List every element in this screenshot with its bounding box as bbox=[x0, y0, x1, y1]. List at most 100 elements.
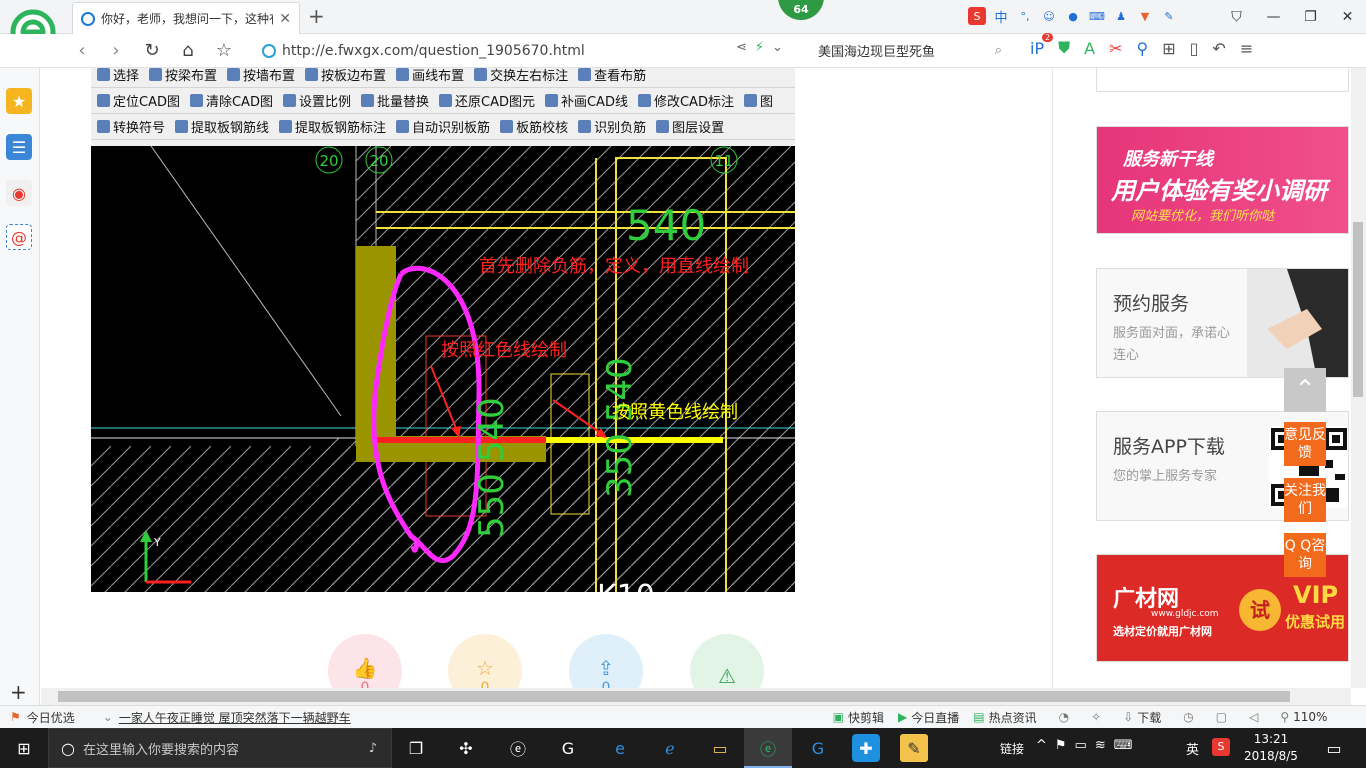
cad-tool-2-2[interactable]: 设置比例 bbox=[283, 91, 351, 110]
feedback-button[interactable]: 意见反馈 bbox=[1284, 422, 1326, 466]
shield-icon[interactable]: ⛊ bbox=[1058, 38, 1070, 58]
cad-tool-3-0[interactable]: 转换符号 bbox=[97, 117, 165, 136]
cad-tool-2-1[interactable]: 清除CAD图 bbox=[190, 91, 273, 110]
sidebar-list-icon[interactable]: ☰ bbox=[6, 134, 32, 160]
edge-icon[interactable]: e bbox=[606, 734, 634, 762]
scissors-icon[interactable]: ✂ bbox=[1109, 39, 1122, 58]
cad-tool-1-2[interactable]: 按墙布置 bbox=[227, 68, 295, 84]
apps-grid-icon[interactable]: ⊞ bbox=[1162, 39, 1175, 58]
undo-icon[interactable]: ↶ bbox=[1212, 39, 1225, 58]
browser-app-icon[interactable]: ⓔ bbox=[754, 734, 782, 762]
ad-booking[interactable]: 预约服务 服务面对面，承诺心连心 bbox=[1096, 268, 1349, 378]
menu-icon[interactable]: ≡ bbox=[1240, 39, 1253, 58]
cad-tool-1-0[interactable]: 选择 bbox=[97, 68, 139, 84]
mic-icon[interactable]: ● bbox=[1064, 7, 1082, 25]
extension-icon[interactable]: iP 2 bbox=[1030, 32, 1054, 58]
refresh-icon[interactable]: ↻ bbox=[140, 40, 164, 62]
shirt-skin-icon[interactable]: ⛉ bbox=[1218, 4, 1255, 30]
cad-tool-2-5[interactable]: 补画CAD线 bbox=[545, 91, 628, 110]
cad-tool-1-3[interactable]: 按板边布置 bbox=[305, 68, 386, 84]
task-view-icon[interactable]: ❐ bbox=[402, 734, 430, 762]
speed-icon[interactable]: ◔ bbox=[1059, 710, 1069, 724]
url-field[interactable]: http://e.fwxgx.com/question_1905670.html bbox=[262, 40, 585, 62]
wrench-icon[interactable]: ✎ bbox=[1160, 7, 1178, 25]
cad-tool-3-4[interactable]: 板筋校核 bbox=[500, 117, 568, 136]
user-icon[interactable]: ♟ bbox=[1112, 7, 1130, 25]
file-explorer-icon[interactable]: ▭ bbox=[706, 734, 734, 762]
cad-tool-3-1[interactable]: 提取板钢筋线 bbox=[175, 117, 269, 136]
cad-tool-2-0[interactable]: 定位CAD图 bbox=[97, 91, 180, 110]
tray-links[interactable]: 链接 bbox=[1000, 740, 1024, 757]
cad-tool-1-4[interactable]: 画线布置 bbox=[396, 68, 464, 84]
sidebar-add-icon[interactable]: + bbox=[10, 680, 27, 704]
window-icon[interactable]: ▢ bbox=[1216, 710, 1227, 724]
taskbar-mic-icon[interactable]: ♪ bbox=[369, 741, 377, 756]
cad-tool-3-5[interactable]: 识别负筋 bbox=[578, 117, 646, 136]
ie-icon[interactable]: ℯ bbox=[656, 734, 684, 762]
zoom-level[interactable]: 110% bbox=[1293, 710, 1327, 724]
cad-tool-2-3[interactable]: 批量替换 bbox=[361, 91, 429, 110]
ime-chinese-label[interactable]: 中 bbox=[992, 7, 1010, 26]
app-fan-icon[interactable]: ✣ bbox=[452, 734, 480, 762]
news-link[interactable]: 一家人午夜正睡觉 屋顶突然落下一辆越野车 bbox=[119, 709, 351, 726]
ime-indicator[interactable]: 英 bbox=[1186, 739, 1199, 758]
translate-icon[interactable]: A bbox=[1084, 39, 1095, 58]
shirt-icon[interactable]: ▼ bbox=[1136, 7, 1154, 25]
cad-tool-3-6[interactable]: 图层设置 bbox=[656, 117, 724, 136]
sidebar-weibo-icon[interactable]: ◉ bbox=[6, 180, 32, 206]
cad-tool-2-4[interactable]: 还原CAD图元 bbox=[439, 91, 535, 110]
tab-close-icon[interactable]: ✕ bbox=[279, 11, 291, 27]
action-center-icon[interactable]: ▭ bbox=[1320, 734, 1348, 762]
sidebar-favorites-icon[interactable]: ★ bbox=[6, 88, 32, 114]
download[interactable]: 下载 bbox=[1137, 709, 1161, 726]
qq-button[interactable]: Q Q咨询 bbox=[1284, 533, 1326, 577]
forward-icon[interactable]: › bbox=[104, 40, 128, 62]
cad-tool-3-3[interactable]: 自动识别板筋 bbox=[396, 117, 490, 136]
today-picks[interactable]: 今日优选 bbox=[27, 709, 75, 726]
cad-tool-2-6[interactable]: 修改CAD标注 bbox=[638, 91, 734, 110]
vertical-scroll-thumb[interactable] bbox=[1353, 222, 1363, 397]
sidebar-mail-icon[interactable]: @ bbox=[6, 224, 32, 250]
follow-button[interactable]: 关注我们 bbox=[1284, 478, 1326, 522]
app-plus-icon[interactable]: ✚ bbox=[852, 734, 880, 762]
app-e-icon[interactable]: ⓔ bbox=[504, 734, 532, 762]
today-live[interactable]: 今日直播 bbox=[911, 709, 959, 726]
quick-cut[interactable]: 快剪辑 bbox=[848, 709, 884, 726]
search-icon[interactable]: ⌕ bbox=[995, 43, 1002, 58]
ad-survey-banner[interactable]: 服务新干线 用户体验有奖小调研 网站要优化，我们听你哒 bbox=[1096, 126, 1349, 234]
magnifier-icon[interactable]: ⚲ bbox=[1136, 39, 1148, 58]
sogou-tray-icon[interactable]: S bbox=[1212, 738, 1230, 756]
hot-news[interactable]: 热点资讯 bbox=[989, 709, 1037, 726]
back-icon[interactable]: ‹ bbox=[70, 40, 94, 62]
chevron-down-icon[interactable]: ⌄ bbox=[772, 40, 783, 55]
home-icon[interactable]: ⌂ bbox=[176, 40, 200, 62]
tools-icon[interactable]: ✧ bbox=[1091, 710, 1101, 724]
mute-icon[interactable]: ◁ bbox=[1249, 710, 1258, 724]
cad-tool-1-1[interactable]: 按梁布置 bbox=[149, 68, 217, 84]
cad-tool-1-6[interactable]: 查看布筋 bbox=[578, 68, 646, 84]
cad-tool-3-2[interactable]: 提取板钢筋标注 bbox=[279, 117, 386, 136]
browser-tab[interactable]: 你好，老师，我想问一下，这种有 ✕ bbox=[72, 2, 300, 34]
app-g-icon[interactable]: G bbox=[554, 734, 582, 762]
share-icon[interactable]: ⋖ bbox=[736, 40, 747, 55]
close-button[interactable]: ✕ bbox=[1329, 4, 1366, 30]
windows-start-icon[interactable]: ⊞ bbox=[10, 734, 38, 762]
taskbar-search[interactable]: ○ 在这里输入你要搜索的内容 ♪ bbox=[48, 728, 392, 768]
sogou-s-icon[interactable]: S bbox=[968, 7, 986, 25]
minimize-button[interactable]: — bbox=[1255, 4, 1292, 30]
search-input[interactable]: 美国海边现巨型死鱼 ⌕ bbox=[812, 38, 1008, 62]
punctuation-label[interactable]: °, bbox=[1016, 7, 1034, 25]
cad-tool-1-5[interactable]: 交换左右标注 bbox=[474, 68, 568, 84]
notepad-app-icon[interactable]: ✎ bbox=[900, 734, 928, 762]
horizontal-scroll-thumb[interactable] bbox=[58, 691, 1290, 702]
back-to-top-button[interactable]: ⌃ bbox=[1284, 368, 1326, 412]
lightning-icon[interactable]: ⚡ bbox=[755, 40, 764, 55]
new-tab-button[interactable]: + bbox=[308, 4, 325, 28]
keyboard-icon[interactable]: ⌨ bbox=[1088, 7, 1106, 25]
tablet-icon[interactable]: ▯ bbox=[1190, 39, 1199, 58]
cad-tool-2-7[interactable]: 图 bbox=[744, 91, 773, 110]
ie-mode-icon[interactable]: ◷ bbox=[1183, 710, 1193, 724]
clock[interactable]: 13:21 2018/8/5 bbox=[1244, 731, 1298, 765]
restore-button[interactable]: ❐ bbox=[1292, 4, 1329, 30]
smile-icon[interactable]: ☺ bbox=[1040, 7, 1058, 25]
